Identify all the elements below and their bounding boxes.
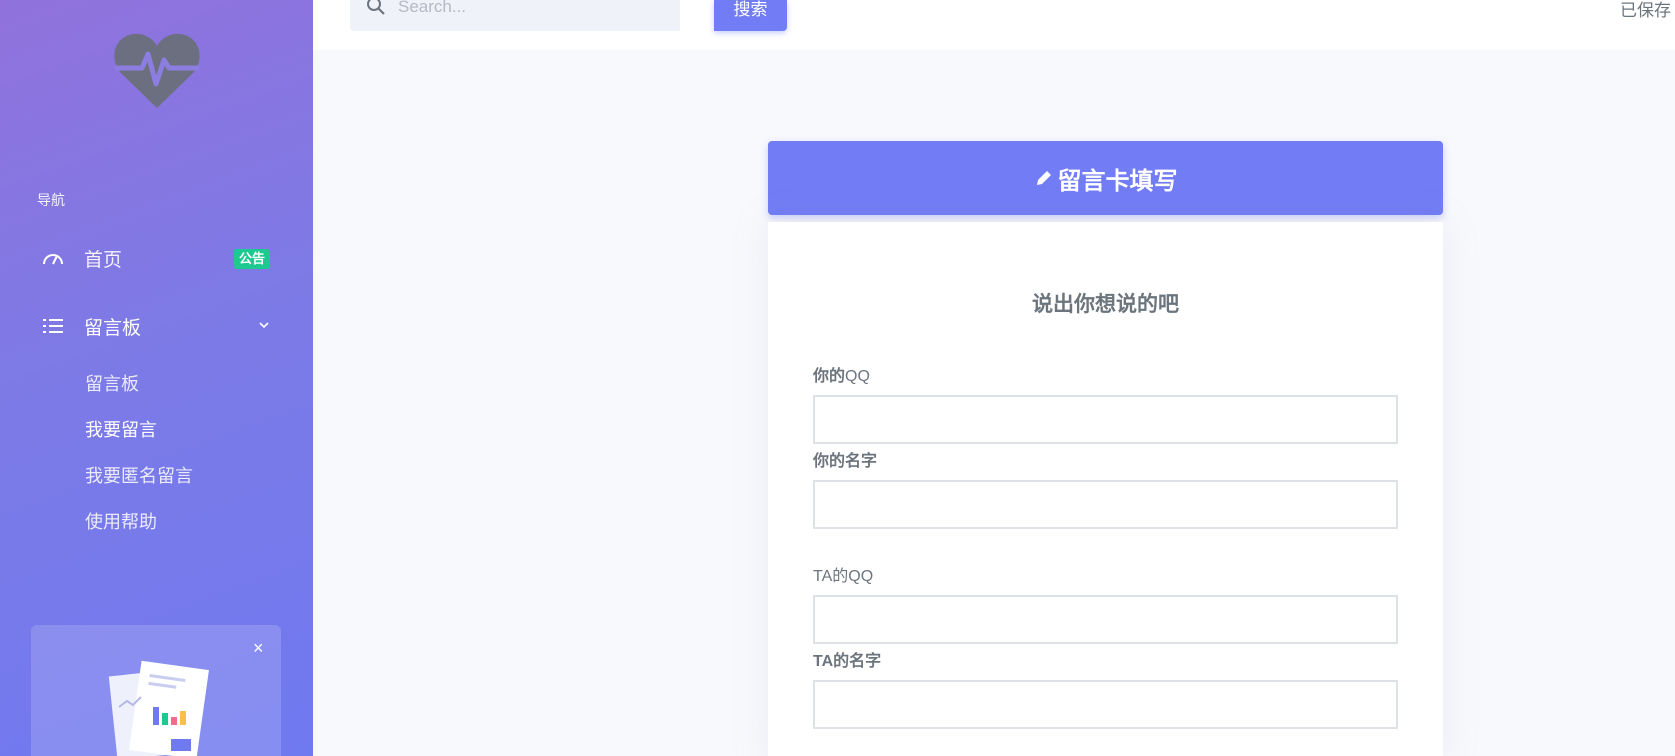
search-icon — [367, 0, 385, 15]
ta-name-input[interactable] — [813, 680, 1398, 729]
pencil-icon — [1036, 171, 1051, 185]
search-input[interactable] — [398, 0, 678, 20]
sub-item-anonymous-message[interactable]: 我要匿名留言 — [85, 462, 193, 488]
your-qq-label: 你的QQ — [813, 362, 870, 386]
speedometer-icon — [40, 247, 66, 269]
promo-card: × — [31, 625, 281, 756]
sub-item-leave-message[interactable]: 我要留言 — [85, 416, 157, 442]
your-name-label: 你的名字 — [813, 447, 877, 471]
card-title: 留言卡填写 — [1057, 167, 1178, 195]
sub-item-help[interactable]: 使用帮助 — [85, 508, 157, 534]
sidebar-item-home-label: 首页 — [84, 249, 123, 271]
close-icon[interactable]: × — [253, 639, 264, 657]
sidebar-item-message-board-label: 留言板 — [84, 317, 142, 339]
list-icon — [40, 315, 66, 337]
your-qq-label-rest: QQ — [845, 368, 870, 385]
form-heading: 说出你想说的吧 — [1032, 293, 1179, 316]
notice-badge: 公告 — [234, 249, 271, 269]
search-button[interactable]: 搜索 — [714, 0, 787, 31]
saved-status: 已保存 — [1620, 1, 1671, 20]
ta-qq-label-rest: TA的QQ — [813, 568, 874, 585]
message-form: 说出你想说的吧 你的QQ 你的名字 TA的QQ TA的名字 — [768, 222, 1443, 756]
sub-item-message-board[interactable]: 留言板 — [85, 370, 139, 396]
sidebar-item-home[interactable]: 首页 公告 — [40, 240, 280, 276]
report-illustration — [108, 660, 209, 756]
ta-qq-input[interactable] — [813, 595, 1398, 644]
card-header: 留言卡填写 — [768, 141, 1443, 215]
sidebar: 导航 首页 公告 留言板 留言板 我要留言 我要匿名留言 使用帮助 × — [0, 0, 313, 756]
ta-qq-label: TA的QQ — [813, 562, 873, 586]
search-box: 搜索 — [350, 0, 787, 31]
heart-pulse-logo[interactable] — [112, 30, 202, 110]
your-name-input[interactable] — [813, 480, 1398, 529]
ta-name-label: TA的名字 — [813, 647, 881, 671]
nav-heading: 导航 — [37, 192, 65, 208]
ta-name-label-bold: TA的名字 — [813, 653, 882, 670]
topbar: 搜索 已保存 — [313, 0, 1675, 50]
your-qq-input[interactable] — [813, 395, 1398, 444]
your-name-label-bold: 你的名字 — [813, 453, 878, 470]
sidebar-item-message-board[interactable]: 留言板 — [40, 308, 280, 344]
your-qq-label-bold: 你的 — [813, 368, 846, 385]
chevron-down-icon[interactable] — [255, 316, 273, 334]
